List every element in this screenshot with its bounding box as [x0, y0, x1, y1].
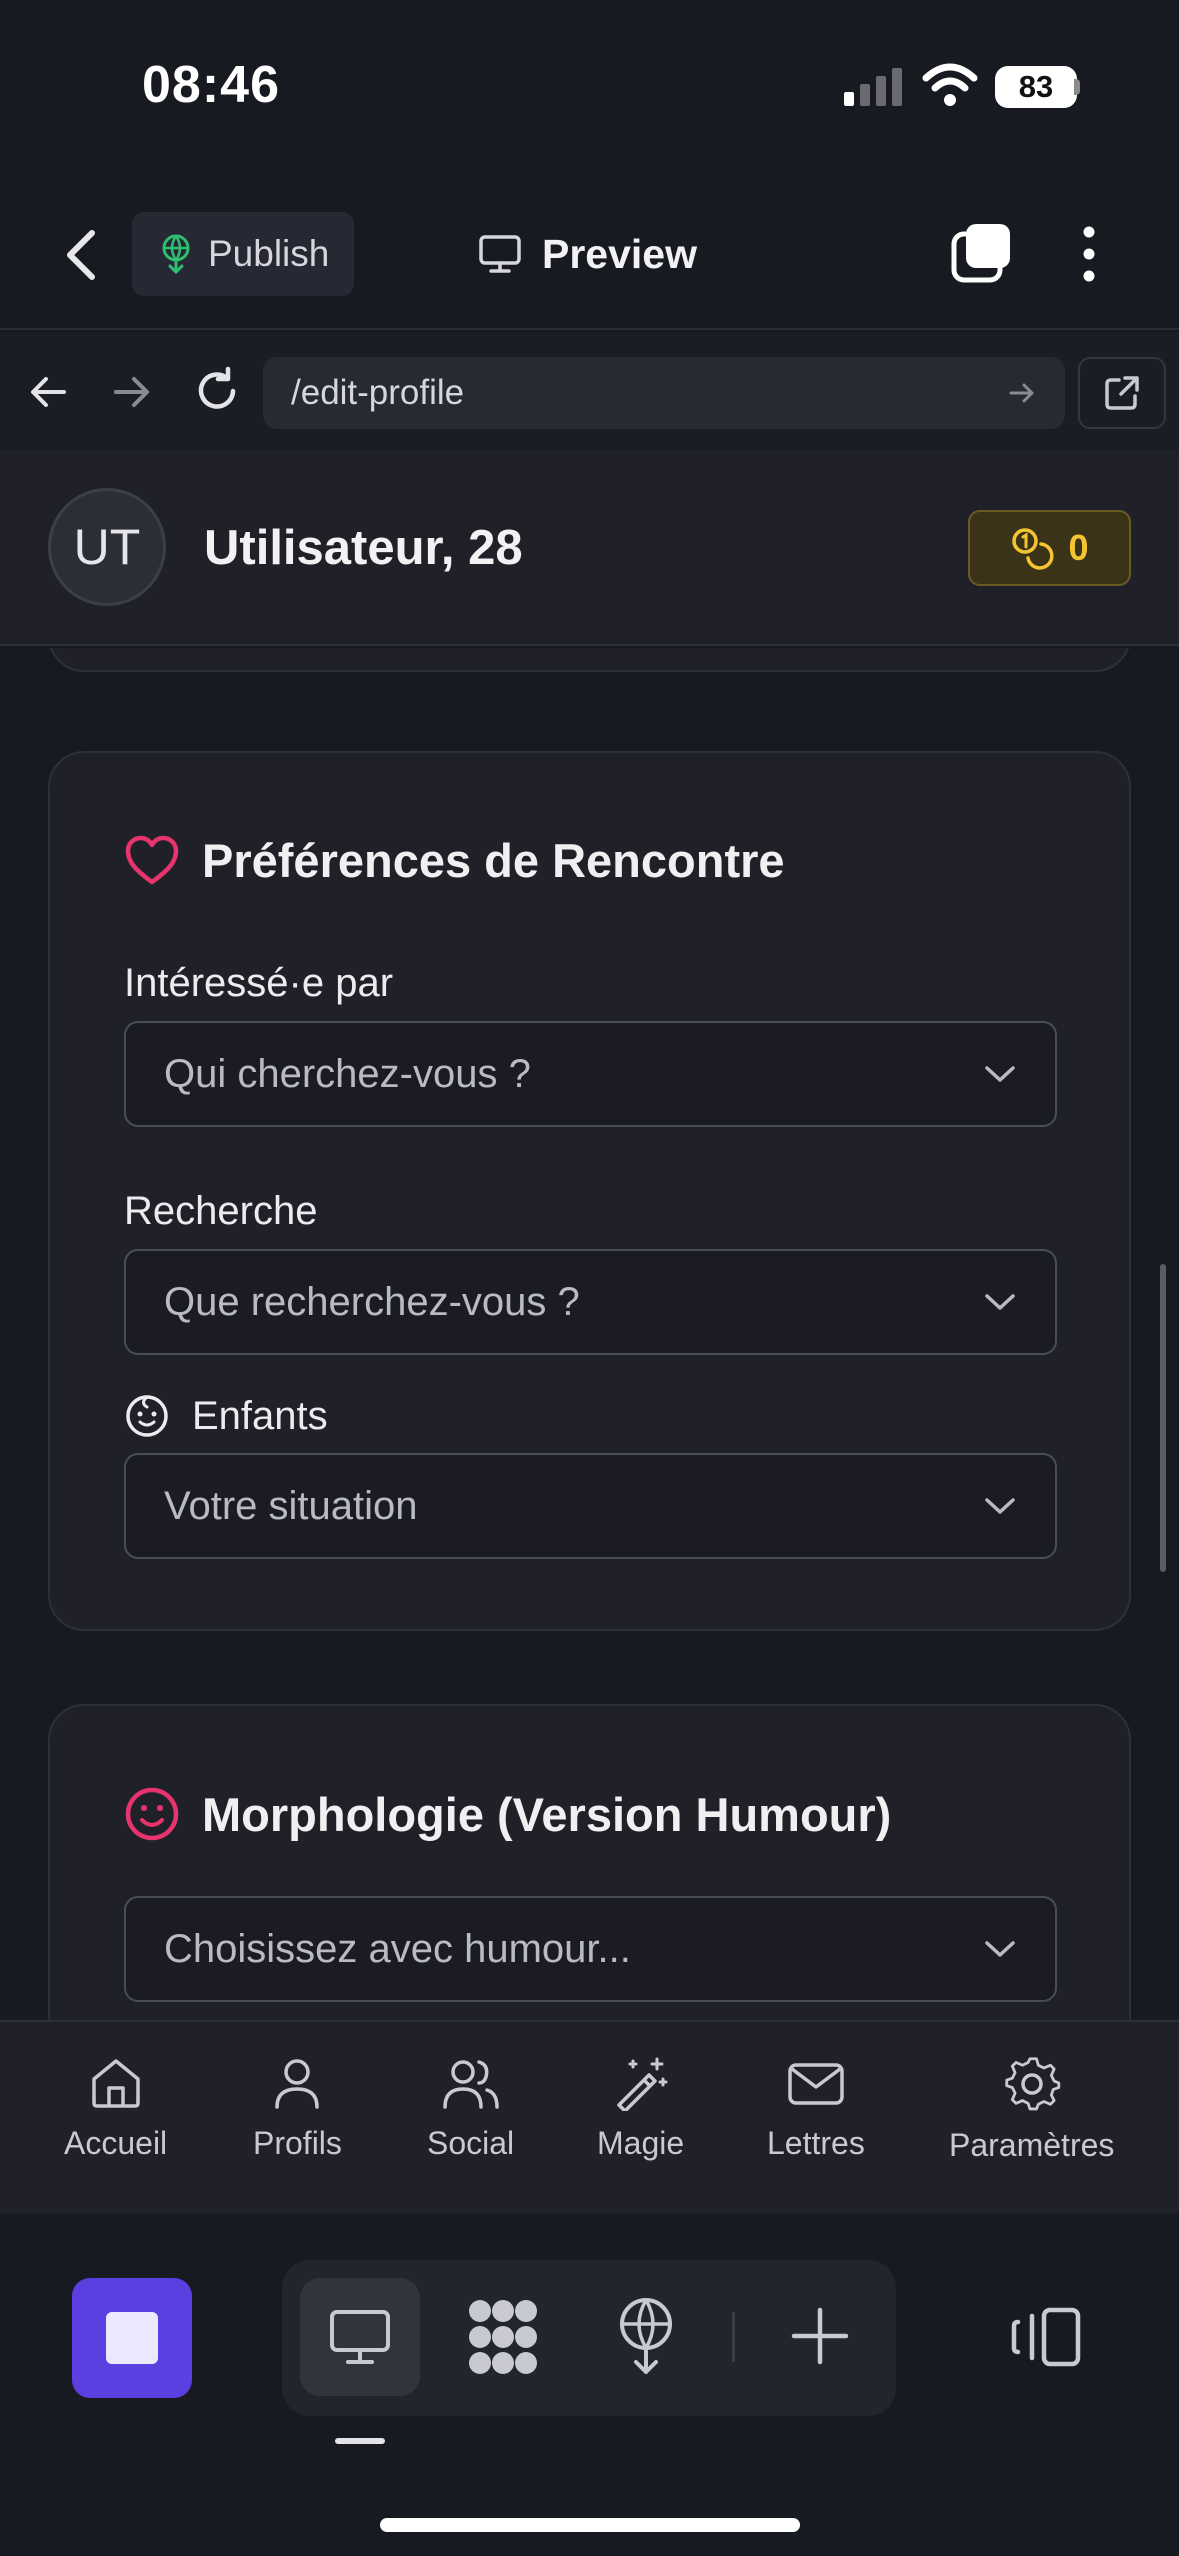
chevron-down-icon [983, 1939, 1017, 1959]
open-external-icon[interactable] [1078, 357, 1166, 429]
user-icon [269, 2055, 325, 2111]
coins-badge[interactable]: 0 [968, 510, 1131, 586]
nav-label: Profils [253, 2125, 342, 2161]
tabs-switcher-icon[interactable] [950, 222, 1014, 286]
more-options-icon[interactable] [1074, 222, 1104, 286]
morphology-select[interactable]: Choisissez avec humour... [124, 1896, 1057, 2002]
go-arrow-icon[interactable] [1007, 378, 1037, 408]
morphology-title: Morphologie (Version Humour) [124, 1786, 891, 1842]
monitor-icon [328, 2308, 392, 2366]
nav-label: Magie [597, 2125, 685, 2161]
nav-label: Paramètres [949, 2127, 1115, 2163]
back-button[interactable] [58, 225, 108, 285]
gear-icon [1003, 2055, 1061, 2113]
children-placeholder: Votre situation [164, 1483, 418, 1528]
nav-label: Lettres [767, 2125, 865, 2161]
users-icon [441, 2055, 501, 2111]
dock-desktop-button[interactable] [300, 2278, 420, 2396]
looking-for-placeholder: Que recherchez-vous ? [164, 1279, 580, 1324]
looking-for-label: Recherche [124, 1189, 318, 1233]
battery-indicator: 83 [995, 66, 1077, 108]
publish-label: Publish [208, 233, 330, 274]
edit-profile-content[interactable]: Préférences de Rencontre Intéressé·e par… [0, 648, 1179, 2020]
dating-preferences-card: Préférences de Rencontre Intéressé·e par… [48, 751, 1131, 1631]
nav-label: Accueil [64, 2125, 168, 2161]
interested-in-select[interactable]: Qui cherchez-vous ? [124, 1021, 1057, 1127]
dating-preferences-title: Préférences de Rencontre [124, 833, 785, 888]
heart-icon [124, 835, 180, 887]
monitor-icon [478, 234, 522, 274]
browser-back-icon[interactable] [26, 370, 70, 414]
battery-cap [1074, 79, 1080, 95]
dock-grid-icon[interactable] [460, 2298, 546, 2376]
nav-item-magie[interactable]: Magie [597, 2055, 684, 2162]
dock-publish-globe-icon[interactable] [614, 2296, 678, 2376]
user-name: Utilisateur, 28 [204, 521, 523, 575]
morphology-placeholder: Choisissez avec humour... [164, 1926, 631, 1971]
nav-item-accueil[interactable]: Accueil [64, 2055, 167, 2162]
avatar[interactable]: UT [48, 488, 166, 606]
baby-face-icon [124, 1393, 170, 1439]
chevron-down-icon [983, 1064, 1017, 1084]
chevron-down-icon [983, 1496, 1017, 1516]
interested-in-label: Intéressé·e par [124, 961, 394, 1005]
publish-button[interactable]: Publish [132, 212, 354, 296]
url-text: /edit-profile [291, 373, 465, 412]
children-label: Enfants [124, 1393, 328, 1439]
nav-item-profils[interactable]: Profils [253, 2055, 342, 2162]
app-stop-button[interactable] [72, 2278, 192, 2398]
status-time: 08:46 [142, 56, 280, 114]
nav-item-lettres[interactable]: Lettres [767, 2055, 865, 2162]
home-indicator[interactable] [380, 2518, 800, 2532]
coins-icon [1010, 526, 1055, 570]
smile-icon [124, 1786, 180, 1842]
dock-panels-icon[interactable] [1010, 2306, 1082, 2368]
children-select[interactable]: Votre situation [124, 1453, 1057, 1559]
preview-label: Preview [542, 230, 697, 277]
browser-forward-icon[interactable] [110, 370, 154, 414]
publish-globe-icon [158, 234, 194, 274]
url-field[interactable]: /edit-profile [263, 357, 1065, 429]
home-icon [88, 2055, 144, 2111]
nav-item-parametres[interactable]: Paramètres [949, 2055, 1114, 2164]
magic-wand-icon [613, 2055, 669, 2111]
reload-icon[interactable] [192, 366, 242, 416]
interested-in-placeholder: Qui cherchez-vous ? [164, 1051, 531, 1096]
previous-section-card [48, 648, 1131, 672]
scrollbar[interactable] [1160, 1264, 1166, 1572]
dock-add-icon[interactable] [790, 2306, 850, 2366]
nav-label: Social [427, 2125, 515, 2161]
coins-count: 0 [1068, 527, 1089, 568]
cellular-signal-icon [844, 66, 904, 108]
nav-item-social[interactable]: Social [427, 2055, 514, 2162]
looking-for-select[interactable]: Que recherchez-vous ? [124, 1249, 1057, 1355]
mail-icon [786, 2055, 846, 2111]
preview-button[interactable]: Preview [478, 222, 697, 286]
active-tab-indicator [335, 2438, 385, 2444]
morphology-card: Morphologie (Version Humour) Choisissez … [48, 1704, 1131, 2020]
stop-square-icon [106, 2312, 158, 2364]
dock-divider [732, 2312, 735, 2362]
wifi-icon [922, 62, 978, 108]
chevron-down-icon [983, 1292, 1017, 1312]
